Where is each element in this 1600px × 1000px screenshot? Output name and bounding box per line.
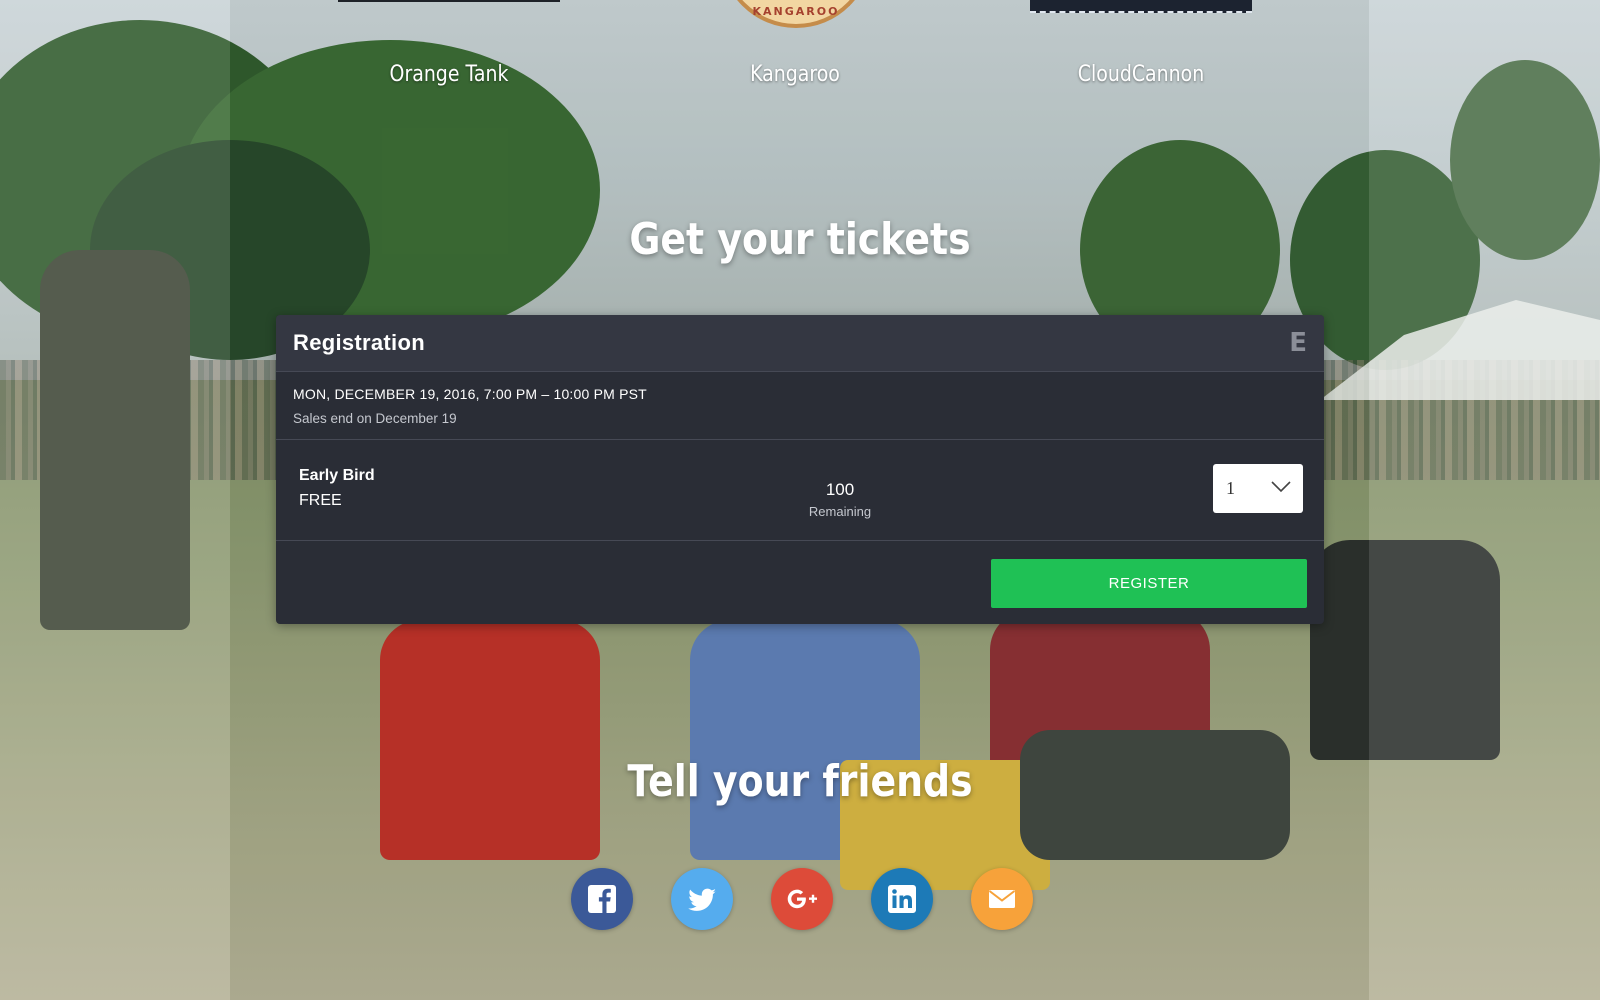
sponsor-name-cloudcannon: CloudCannon [1077, 62, 1205, 87]
chevron-down-icon [1271, 481, 1291, 493]
email-share-button[interactable] [971, 868, 1033, 930]
linkedin-icon [888, 885, 916, 913]
social-share-bar [0, 868, 1600, 930]
event-info: MON, DECEMBER 19, 2016, 7:00 PM – 10:00 … [276, 372, 1324, 440]
remaining-count: 100 [825, 480, 855, 499]
register-button[interactable]: REGISTER [991, 559, 1307, 608]
sponsor-name-kangaroo: Kangaroo [750, 62, 840, 87]
orange-tank-logo [338, 0, 560, 2]
cloudcannon-logo [1030, 0, 1252, 13]
register-footer: REGISTER [276, 541, 1324, 624]
ticket-row: Early Bird FREE 100 Remaining 1 [276, 440, 1324, 541]
facebook-icon [588, 885, 616, 913]
google-plus-share-button[interactable] [771, 868, 833, 930]
eventbrite-e-icon: E [1289, 328, 1307, 358]
registration-header: Registration E [276, 315, 1324, 372]
remaining-info: 100 Remaining [770, 480, 910, 519]
email-icon [988, 890, 1016, 908]
quantity-select[interactable]: 1 [1213, 464, 1303, 513]
facebook-share-button[interactable] [571, 868, 633, 930]
google-plus-icon [787, 889, 817, 909]
linkedin-share-button[interactable] [871, 868, 933, 930]
tickets-heading: Get your tickets [629, 214, 971, 265]
twitter-share-button[interactable] [671, 868, 733, 930]
tell-friends-heading: Tell your friends [627, 756, 973, 807]
event-date: MON, DECEMBER 19, 2016, 7:00 PM – 10:00 … [293, 386, 647, 402]
ticket-name: Early Bird [299, 467, 375, 484]
quantity-value: 1 [1226, 478, 1235, 498]
sales-end-text: Sales end on December 19 [293, 411, 457, 426]
remaining-label: Remaining [808, 504, 872, 519]
sponsor-name-orange-tank: Orange Tank [389, 62, 509, 87]
ticket-price: FREE [299, 492, 342, 509]
twitter-icon [688, 888, 716, 911]
registration-widget: Registration E MON, DECEMBER 19, 2016, 7… [276, 315, 1324, 624]
registration-title: Registration [293, 330, 425, 355]
